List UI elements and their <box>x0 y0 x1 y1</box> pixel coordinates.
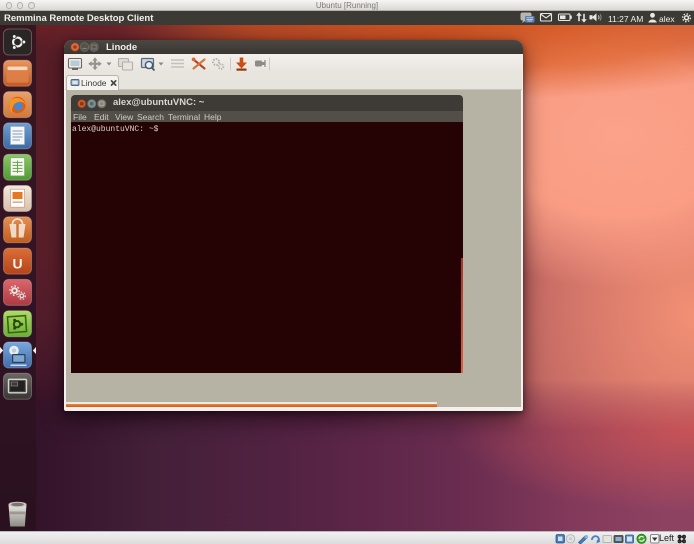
svg-text:U: U <box>12 256 22 272</box>
